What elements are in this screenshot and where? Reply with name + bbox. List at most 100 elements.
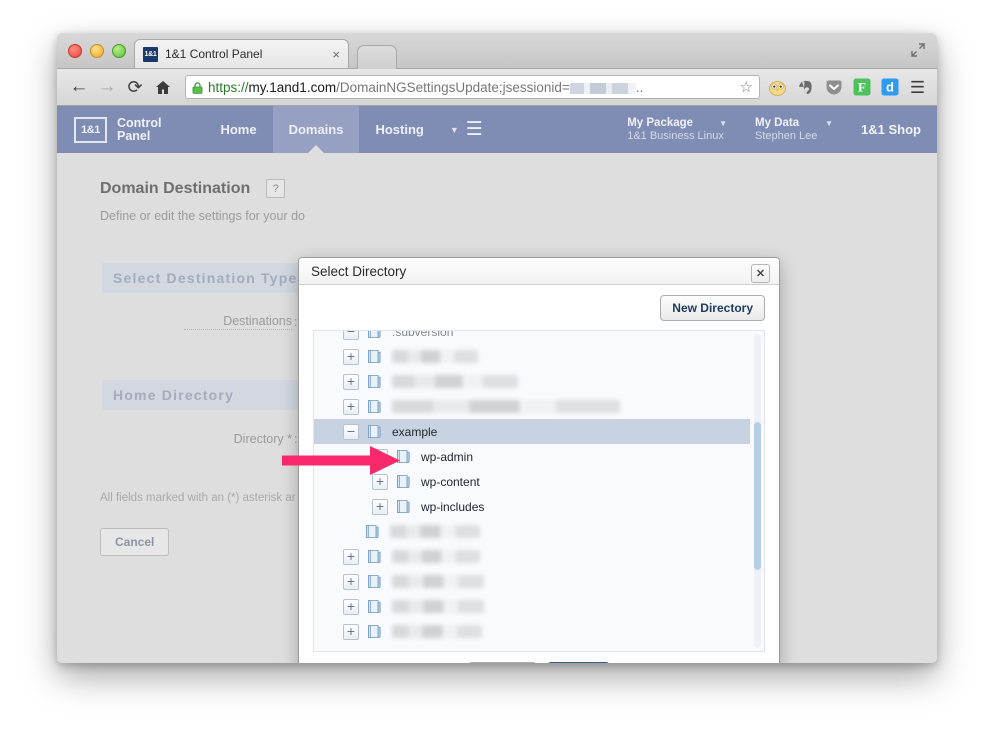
- nav-menu-icon[interactable]: ☰: [466, 106, 483, 153]
- tree-label-redacted: [392, 600, 484, 614]
- tree-row-blur-8[interactable]: +: [314, 619, 750, 644]
- tree-row-blur-4[interactable]: [314, 519, 750, 544]
- my-package-label: My Package: [627, 117, 694, 129]
- tree-row-subversion[interactable]: − .subversion: [314, 331, 750, 344]
- my-package-caret-icon[interactable]: ▼: [719, 119, 727, 128]
- reload-button[interactable]: ⟳: [123, 75, 147, 99]
- page-viewport: 1&1 Control Panel Home Domains Hosting ▼…: [57, 106, 937, 663]
- browser-toolbar: ← → ⟳ https://my.1and1.com/DomainNGSetti…: [57, 69, 937, 106]
- tab-title: 1&1 Control Panel: [165, 47, 263, 61]
- nav-item-home[interactable]: Home: [204, 106, 272, 153]
- pocket-extension-icon[interactable]: [824, 78, 843, 97]
- forward-button[interactable]: →: [95, 75, 119, 99]
- home-button[interactable]: [151, 75, 175, 99]
- my-data-value: Stephen Lee: [755, 130, 818, 142]
- my-data-caret-icon[interactable]: ▼: [825, 119, 833, 128]
- tree-row-wp-includes[interactable]: + wp-includes: [314, 494, 750, 519]
- help-icon[interactable]: ?: [266, 179, 286, 198]
- folder-icon: [367, 574, 382, 589]
- evernote-extension-icon[interactable]: [796, 78, 815, 97]
- tree-scrollbar-thumb[interactable]: [754, 421, 761, 570]
- tree-row-blur-3[interactable]: +: [314, 394, 750, 419]
- new-directory-button[interactable]: New Directory: [660, 295, 765, 322]
- tree-row-blur-1[interactable]: +: [314, 344, 750, 369]
- tree-row-blur-7[interactable]: +: [314, 594, 750, 619]
- hamburger-menu-icon[interactable]: ☰: [908, 78, 927, 97]
- dialog-title: Select Directory: [311, 263, 407, 279]
- url-scheme: https://: [208, 79, 249, 95]
- brand[interactable]: 1&1 Control Panel: [74, 115, 162, 143]
- my-data-menu[interactable]: My Data ▼ Stephen Lee: [755, 117, 833, 142]
- browser-tab[interactable]: 1&1 1&1 Control Panel ×: [134, 39, 349, 68]
- dialog-cancel-button[interactable]: Cancel: [467, 661, 537, 663]
- d-extension-icon[interactable]: d: [880, 78, 899, 97]
- tree-label-redacted: [392, 625, 482, 639]
- collapse-icon[interactable]: −: [343, 423, 359, 440]
- nav-item-domains[interactable]: Domains: [272, 106, 360, 153]
- folder-icon: [367, 599, 382, 614]
- browser-titlebar: 1&1 1&1 Control Panel ×: [57, 33, 937, 69]
- browser-window: 1&1 1&1 Control Panel × ← → ⟳ https://my…: [57, 33, 937, 663]
- directory-tree-panel[interactable]: − .subversion + + + − example + wp-admin + wp-cont…: [313, 330, 765, 653]
- tree-label-redacted: [392, 350, 478, 364]
- dialog-toolbar: New Directory: [313, 295, 765, 322]
- folder-icon: [367, 349, 382, 364]
- my-package-menu[interactable]: My Package ▼ 1&1 Business Linux: [627, 117, 727, 142]
- nav-more-caret-icon[interactable]: ▼: [450, 106, 459, 153]
- tree-row-blur-6[interactable]: +: [314, 569, 750, 594]
- expand-icon[interactable]: +: [372, 498, 388, 515]
- url-redacted-session-id: [569, 82, 636, 94]
- tree-label: wp-content: [421, 474, 480, 489]
- folder-icon: [367, 549, 382, 564]
- owl-extension-icon[interactable]: [768, 78, 787, 97]
- page-cancel-button[interactable]: Cancel: [100, 528, 170, 556]
- brand-line-1: Control: [117, 115, 162, 130]
- main-nav: Home Domains Hosting ▼ ☰: [204, 106, 483, 153]
- tree-label-redacted: [392, 550, 480, 564]
- my-data-label: My Data: [755, 117, 800, 129]
- expand-icon[interactable]: +: [343, 573, 359, 590]
- directory-tree: − .subversion + + + − example + wp-admin + wp-cont…: [314, 331, 750, 644]
- tree-label: wp-admin: [421, 449, 474, 464]
- collapse-icon[interactable]: −: [343, 331, 359, 340]
- expand-icon[interactable]: +: [343, 548, 359, 565]
- back-button[interactable]: ←: [67, 75, 91, 99]
- url-text: https://my.1and1.com/DomainNGSettingsUpd…: [208, 80, 736, 95]
- expand-icon[interactable]: +: [343, 398, 359, 415]
- tree-row-blur-2[interactable]: +: [314, 369, 750, 394]
- new-tab-button[interactable]: [357, 45, 397, 69]
- f-extension-icon[interactable]: F: [852, 78, 871, 97]
- nav-item-hosting[interactable]: Hosting: [359, 106, 439, 153]
- folder-icon: [367, 424, 382, 439]
- tree-label-redacted: [390, 525, 480, 539]
- dialog-footer: Cancel Save: [299, 652, 779, 663]
- tree-label-redacted: [392, 375, 518, 389]
- lock-icon: [192, 81, 203, 94]
- tab-close-icon[interactable]: ×: [328, 47, 340, 62]
- expand-icon[interactable]: +: [343, 373, 359, 390]
- tab-favicon-icon: 1&1: [143, 46, 158, 62]
- brand-line-2: Panel: [117, 128, 151, 143]
- bookmark-star-icon[interactable]: ☆: [740, 78, 753, 96]
- shop-link[interactable]: 1&1 Shop: [861, 122, 921, 137]
- fullscreen-icon[interactable]: [911, 43, 925, 57]
- tree-row-example[interactable]: − example: [314, 419, 750, 445]
- close-window-button[interactable]: [68, 44, 82, 58]
- page-subtitle: Define or edit the settings for your do: [100, 209, 305, 223]
- maximize-window-button[interactable]: [112, 44, 126, 58]
- address-bar[interactable]: https://my.1and1.com/DomainNGSettingsUpd…: [185, 75, 760, 99]
- expand-icon[interactable]: +: [343, 348, 359, 365]
- tree-scrollbar[interactable]: [754, 334, 761, 649]
- folder-icon: [367, 399, 382, 414]
- tree-row-blur-5[interactable]: +: [314, 544, 750, 569]
- url-ellipsis: ..: [635, 79, 644, 95]
- close-icon[interactable]: ✕: [751, 264, 770, 283]
- dialog-save-button[interactable]: Save: [546, 661, 611, 663]
- destinations-label: Destinations: [184, 314, 292, 330]
- directory-label: Directory *: [233, 431, 292, 446]
- page-title: Domain Destination: [100, 179, 251, 197]
- expand-icon[interactable]: +: [343, 598, 359, 615]
- minimize-window-button[interactable]: [90, 44, 104, 58]
- folder-icon: [367, 374, 382, 389]
- expand-icon[interactable]: +: [343, 623, 359, 640]
